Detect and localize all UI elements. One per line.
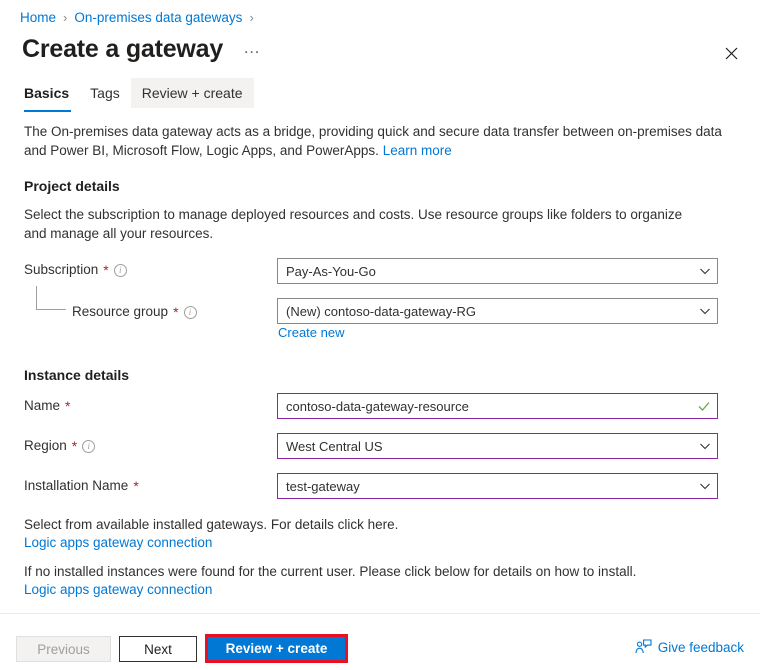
installation-name-value: test-gateway (286, 478, 360, 494)
resource-group-info-icon[interactable]: i (183, 306, 197, 319)
next-button[interactable]: Next (119, 636, 197, 662)
project-details-description: Select the subscription to manage deploy… (24, 207, 683, 241)
installed-gateways-note: Select from available installed gateways… (24, 517, 399, 532)
subscription-dropdown[interactable]: Pay-As-You-Go (277, 258, 718, 284)
name-value: contoso-data-gateway-resource (286, 398, 469, 414)
region-dropdown[interactable]: West Central US (277, 433, 718, 459)
more-options-button[interactable]: … (239, 37, 265, 58)
breadcrumb-item-on-premises-data-gateways[interactable]: On-premises data gateways (74, 10, 242, 25)
feedback-person-icon (635, 639, 652, 654)
next-button-label: Next (144, 641, 172, 657)
resource-group-label: Resource group * i (72, 304, 197, 319)
name-label: Name * (24, 398, 70, 413)
intro-description: The On-premises data gateway acts as a b… (24, 122, 729, 160)
chevron-down-icon (699, 265, 711, 277)
region-value: West Central US (286, 438, 383, 454)
breadcrumb-separator-icon: › (249, 10, 254, 25)
installation-name-label: Installation Name * (24, 478, 139, 493)
breadcrumb-separator-icon: › (63, 10, 68, 25)
tab-basics[interactable]: Basics (22, 78, 79, 112)
name-input[interactable]: contoso-data-gateway-resource (277, 393, 718, 419)
instance-details-heading: Instance details (24, 367, 130, 383)
subscription-label-text: Subscription (24, 262, 99, 277)
tab-review-create-label: Review + create (141, 85, 243, 101)
name-required-mark: * (65, 397, 71, 414)
page-title: Create a gateway (22, 35, 224, 63)
close-icon (725, 47, 737, 59)
review-create-button-label: Review + create (225, 641, 328, 656)
tab-tags-label: Tags (90, 85, 120, 101)
give-feedback-button[interactable]: Give feedback (635, 639, 744, 655)
region-label: Region * i (24, 437, 96, 454)
installation-name-dropdown[interactable]: test-gateway (277, 473, 718, 499)
subscription-required-mark: * (103, 261, 109, 278)
subscription-info-icon[interactable]: i (113, 264, 127, 277)
create-new-resource-group-link[interactable]: Create new (278, 325, 344, 340)
region-info-icon[interactable]: i (82, 440, 96, 453)
resource-group-required-mark: * (173, 303, 179, 320)
resource-group-tree-connector (36, 286, 66, 310)
breadcrumb-item-home[interactable]: Home (20, 10, 56, 25)
resource-group-dropdown[interactable]: (New) contoso-data-gateway-RG (277, 298, 718, 324)
previous-button-label: Previous (37, 641, 90, 657)
logic-apps-gateway-connection-link-2[interactable]: Logic apps gateway connection (24, 580, 212, 599)
footer-divider (0, 613, 760, 614)
valid-check-icon (697, 399, 711, 413)
close-button[interactable] (718, 40, 744, 66)
name-label-text: Name (24, 398, 61, 413)
learn-more-link[interactable]: Learn more (383, 143, 452, 158)
give-feedback-label: Give feedback (657, 639, 744, 655)
subscription-label: Subscription * i (24, 262, 127, 277)
resource-group-label-text: Resource group (72, 304, 169, 319)
region-label-text: Region (24, 438, 67, 453)
chevron-down-icon (699, 440, 711, 452)
chevron-down-icon (699, 480, 711, 492)
intro-text: The On-premises data gateway acts as a b… (24, 124, 722, 158)
subscription-value: Pay-As-You-Go (286, 263, 376, 279)
logic-apps-gateway-connection-link-1[interactable]: Logic apps gateway connection (24, 533, 212, 552)
installation-name-required-mark: * (133, 477, 139, 494)
tab-bar: Basics Tags Review + create (22, 78, 254, 112)
tab-review-create[interactable]: Review + create (130, 78, 254, 108)
resource-group-value: (New) contoso-data-gateway-RG (286, 303, 477, 319)
review-create-button[interactable]: Review + create (205, 634, 348, 663)
region-required-mark: * (71, 437, 78, 454)
title-row: Create a gateway … (22, 35, 265, 64)
create-gateway-blade: Home › On-premises data gateways › Creat… (0, 0, 760, 670)
tab-tags[interactable]: Tags (79, 78, 131, 108)
breadcrumb: Home › On-premises data gateways › (20, 10, 254, 25)
no-instances-note: If no installed instances were found for… (24, 564, 637, 579)
project-details-heading: Project details (24, 178, 120, 194)
tab-basics-label: Basics (24, 85, 70, 101)
installation-name-label-text: Installation Name (24, 478, 129, 493)
previous-button[interactable]: Previous (16, 636, 111, 662)
chevron-down-icon (699, 305, 711, 317)
